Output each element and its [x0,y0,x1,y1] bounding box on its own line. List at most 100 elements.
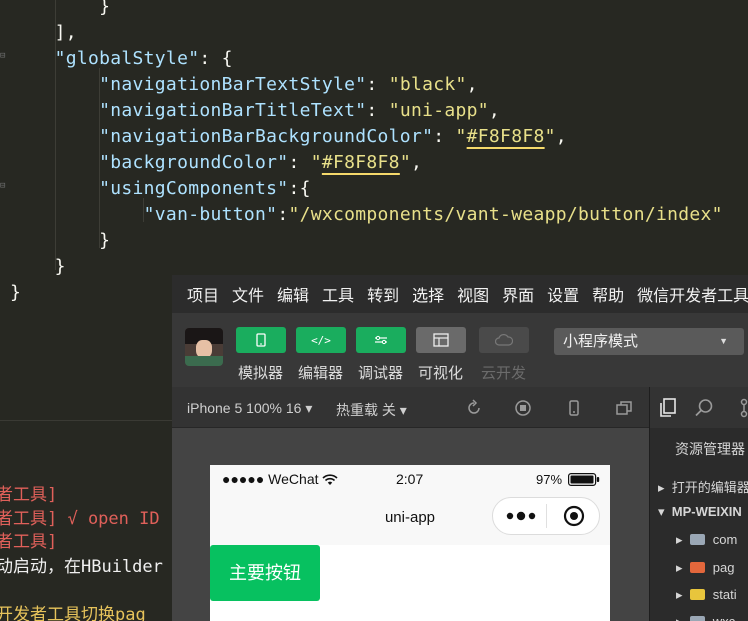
menu-bar: 项目 文件 编辑 工具 转到 选择 视图 界面 设置 帮助 微信开发者工具 [172,275,748,313]
code-token: "navigationBarTitleText" [99,100,367,121]
visualize-button[interactable] [416,327,466,353]
fold-marker-icon[interactable]: ⊟ [0,52,8,61]
fold-marker-icon[interactable]: ⊟ [0,182,8,191]
phone-screen[interactable]: ●●●●● WeChat 2:07 97% uni-app 主要按钮 [210,465,610,621]
code-token: "globalStyle" [54,48,200,69]
phone-status-bar: ●●●●● WeChat 2:07 97% [210,465,610,493]
explorer-tab-bar [650,387,748,428]
menu-item[interactable]: 选择 [412,282,444,306]
menu-item[interactable]: 编辑 [277,282,309,306]
tree-item-static[interactable]: ▸ stati [676,587,737,603]
code-token: "usingComponents" [99,178,289,199]
menu-item[interactable]: 工具 [322,282,354,306]
console-line: 动启动，在HBuilder [0,557,163,577]
code-token: "backgroundColor" [99,152,289,173]
refresh-icon[interactable] [465,399,483,417]
debugger-label: 调试器 [358,365,404,382]
folder-icon [689,589,705,600]
simulator-label: 模拟器 [238,365,284,382]
menu-item[interactable]: 转到 [367,282,399,306]
wifi-icon [322,474,338,485]
tree-item-pages[interactable]: ▸ pag [676,560,734,576]
visualize-label: 可视化 [418,365,464,382]
code-token: #F8F8F8 [321,152,400,173]
code-token: "black" [388,74,467,95]
menu-item[interactable]: 文件 [232,282,264,306]
code-token: : [366,74,389,95]
console-line: 者工具] √ open ID [0,509,160,529]
mode-select[interactable]: 小程序模式 ▼ [554,328,744,355]
code-line: "van-button":"/wxcomponents/vant-weapp/b… [10,202,723,228]
battery-icon [568,473,600,486]
search-icon[interactable] [694,398,714,418]
project-label: MP-WEIXIN [671,504,742,519]
phone-icon[interactable] [565,399,583,417]
code-token: , [488,100,501,121]
chevron-down-icon: ▼ [719,336,728,346]
device-select[interactable]: iPhone 5 100% 16 ▾ [187,400,312,417]
code-line: } [10,228,110,254]
code-token: "uni-app" [388,100,489,121]
open-editors-label: 打开的编辑器 [671,480,748,495]
editor-label: 编辑器 [298,365,344,382]
code-token: : [366,100,389,121]
code-token: " [399,152,411,173]
cloud-label: 云开发 [481,365,527,382]
files-icon[interactable] [659,398,677,418]
code-line: } [10,254,66,280]
code-token: , [410,152,423,173]
sliders-icon [375,335,387,345]
menu-item[interactable]: 设置 [547,282,579,306]
close-circle-icon[interactable] [563,505,585,527]
menu-item[interactable]: 项目 [187,282,219,306]
folder-icon [689,562,705,573]
layout-icon [433,333,449,347]
code-token: } [99,0,111,17]
code-token: : [288,152,311,173]
console-line: 者工具] [0,532,58,552]
editor-button[interactable]: </> [296,327,346,353]
source-control-icon[interactable] [738,398,748,418]
stop-icon[interactable] [514,399,532,417]
more-dots-icon[interactable] [506,511,536,521]
battery-text: 97% [536,472,563,487]
code-token: , [466,74,478,95]
folder-icon [689,616,705,621]
tree-item-label: com [712,532,738,547]
code-line: "navigationBarTitleText": "uni-app", [10,98,500,124]
code-line: } [10,0,110,20]
code-token: "van-button" [143,204,278,225]
code-token: " [310,152,322,173]
avatar[interactable] [185,328,223,366]
code-token: "navigationBarBackgroundColor" [99,126,434,147]
console-line: 者工具] [0,485,58,505]
cloud-button[interactable] [479,327,529,353]
menu-item[interactable]: 视图 [457,282,489,306]
simulator-button[interactable] [236,327,286,353]
wechat-devtools-window: 项目 文件 编辑 工具 转到 选择 视图 界面 设置 帮助 微信开发者工具 </> 模拟器 编辑器 … [172,275,748,621]
folder-icon [689,534,705,545]
tree-item-components[interactable]: ▸ com [676,532,737,548]
code-token: " [544,126,556,147]
project-root[interactable]: ▾ MP-WEIXIN [658,504,742,520]
code-token: :{ [288,178,311,199]
tree-item-label: wxc [713,614,735,621]
windows-icon[interactable] [615,399,633,417]
phone-icon [256,333,266,347]
simulator-viewport: ●●●●● WeChat 2:07 97% uni-app 主要按钮 [172,428,649,621]
menu-item[interactable]: 帮助 [592,282,624,306]
menu-item[interactable]: 微信开发者工具 [637,282,748,306]
primary-button[interactable]: 主要按钮 [210,545,320,601]
menu-item[interactable]: 界面 [502,282,534,306]
explorer-panel: 资源管理器 ▸ 打开的编辑器 ▾ MP-WEIXIN ▸ com ▸ pag ▸… [649,387,748,621]
mini-program-capsule [492,497,600,535]
console-line: 开发者工具切换pag [0,605,146,621]
hot-reload-select[interactable]: 热重载 关 ▾ [336,400,407,420]
code-token: " [455,126,467,147]
debugger-button[interactable] [356,327,406,353]
tree-item-label: pag [712,560,735,575]
code-token: "navigationBarTextStyle" [99,74,367,95]
open-editors-section[interactable]: ▸ 打开的编辑器 [658,477,748,496]
toolbar: </> 模拟器 编辑器 调试器 可视化 云开发 小程序模式 ▼ [172,313,748,387]
tree-item-wxcomponents[interactable]: ▸ wxc [676,614,735,621]
